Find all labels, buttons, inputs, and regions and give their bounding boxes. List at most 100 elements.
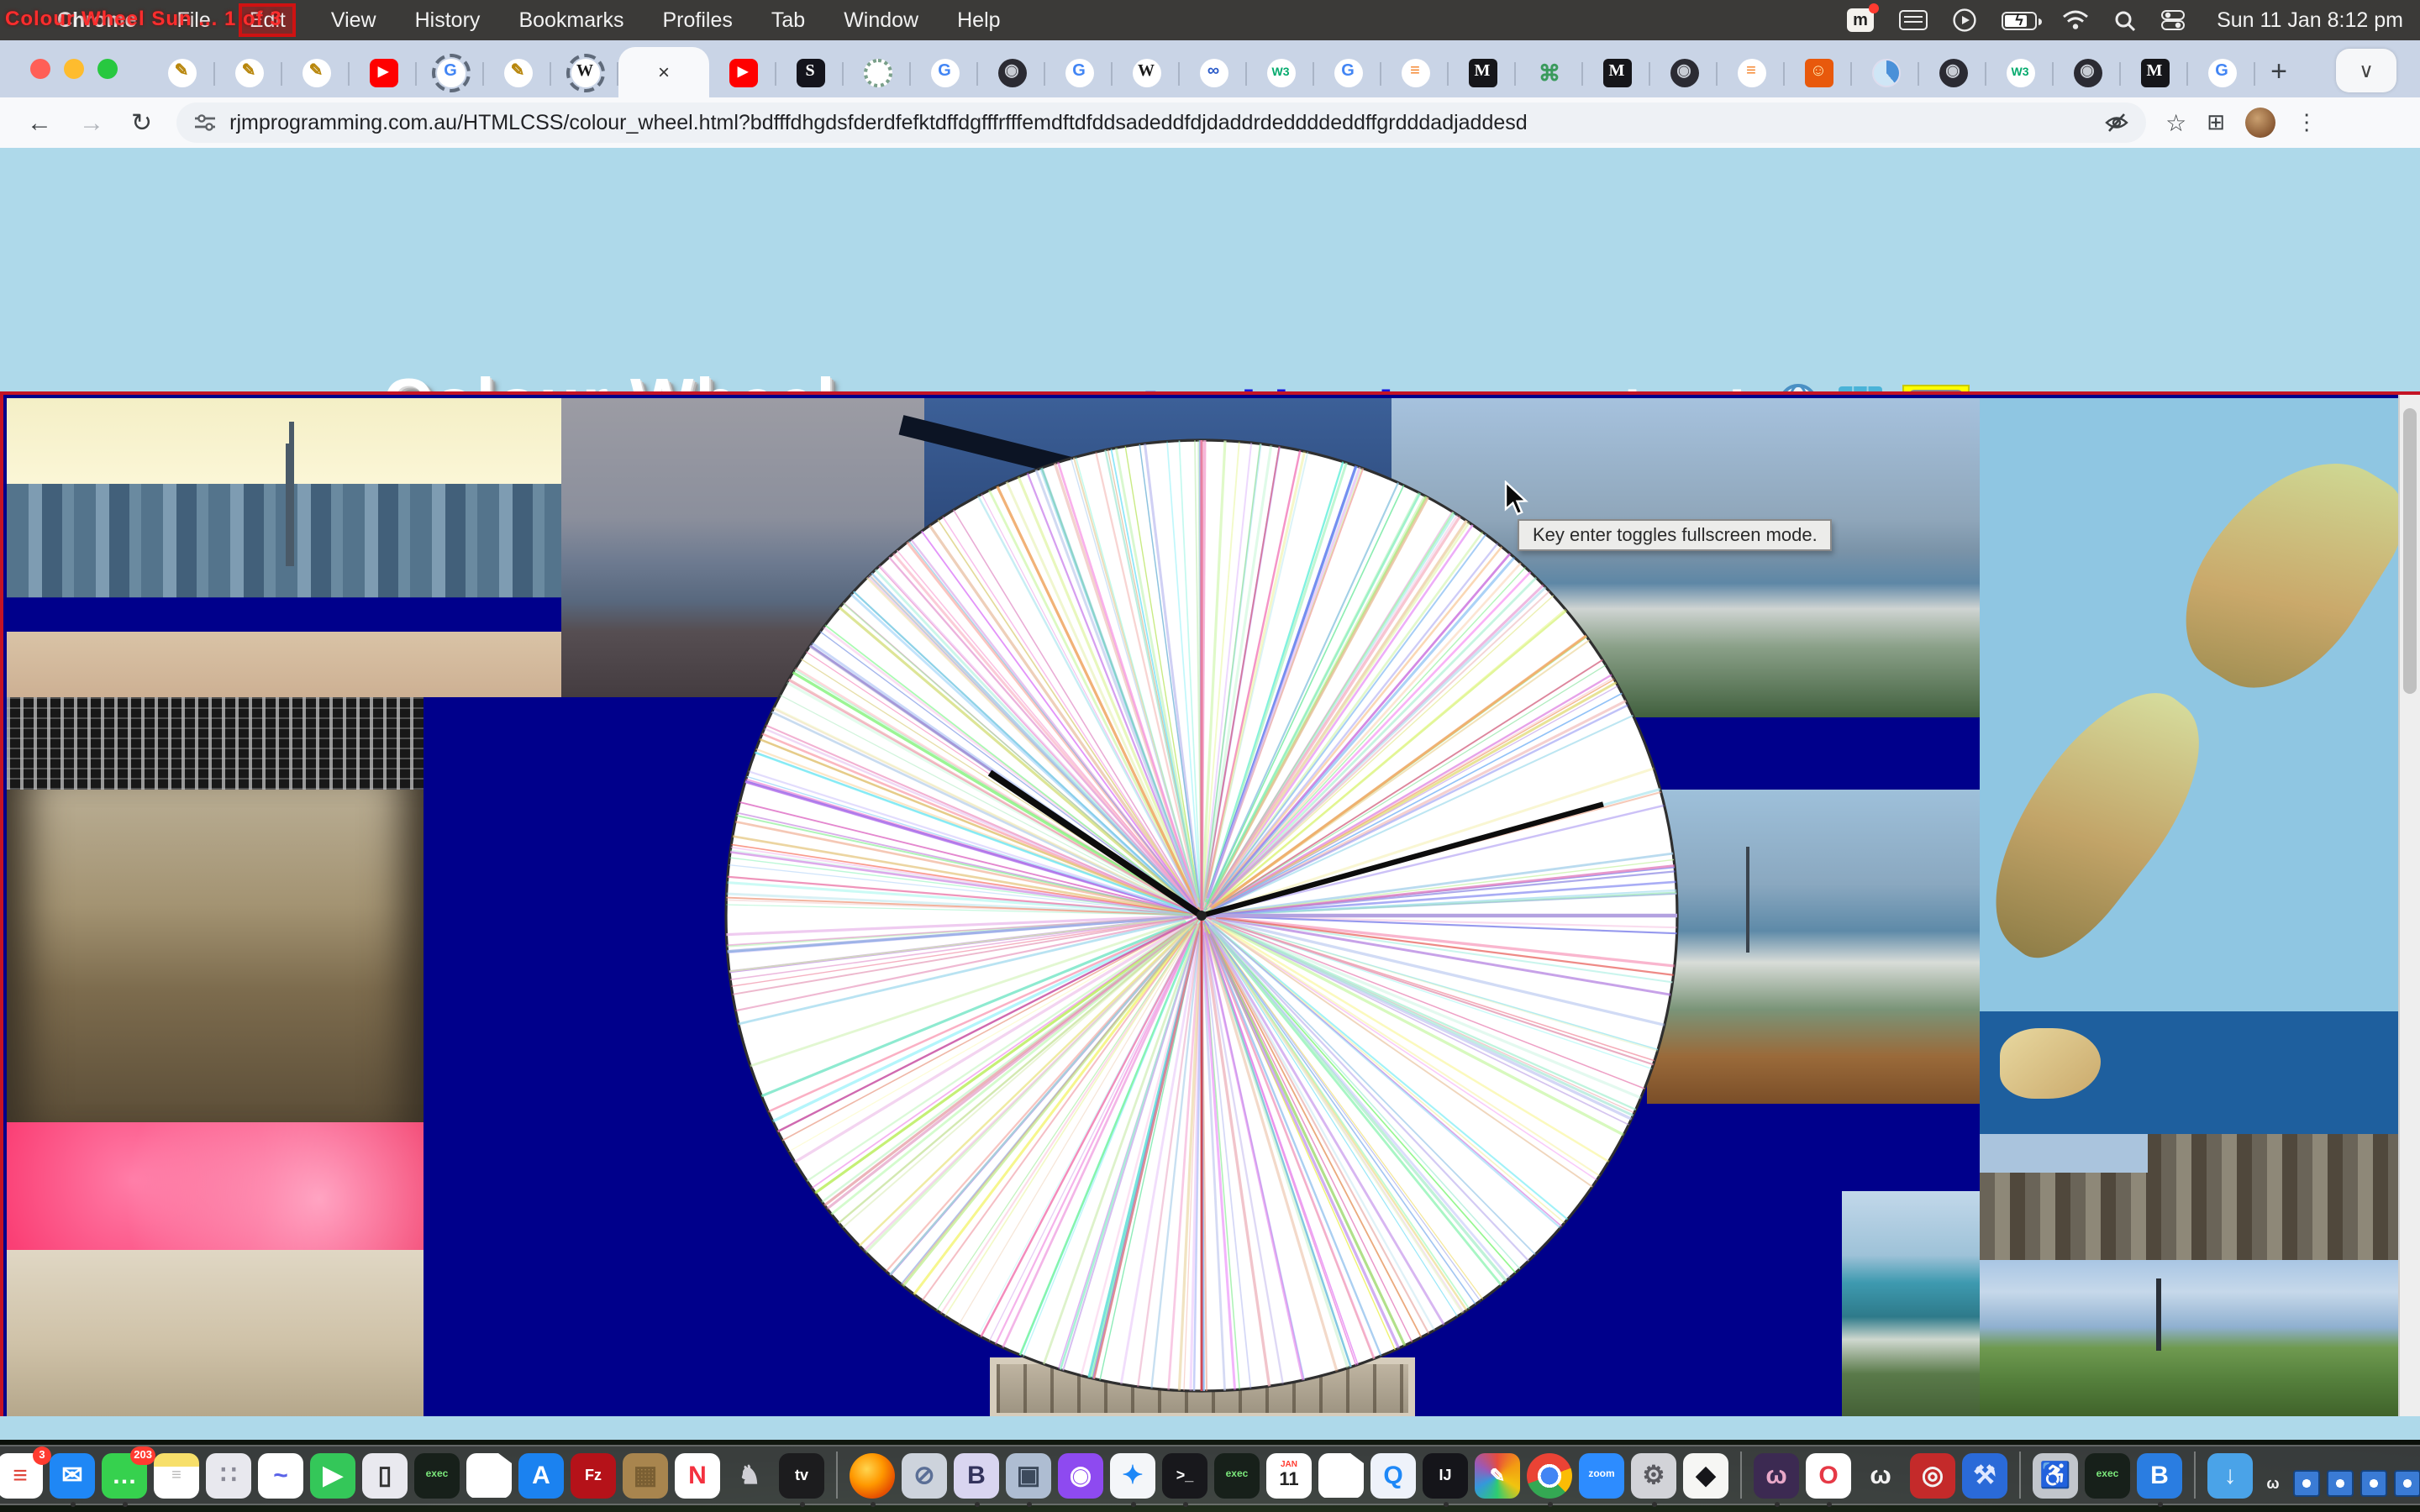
dock-item-screenshot-window[interactable]: ▣ (1006, 1452, 1051, 1498)
menu-item-history[interactable]: History (415, 8, 481, 32)
pinned-tab-chrome-dark[interactable]: ◉ (1919, 47, 1986, 97)
pinned-tab-google-dashed[interactable]: G (417, 47, 484, 97)
dock-item-art-palette[interactable]: ✎ (1475, 1452, 1520, 1498)
battery-icon[interactable]: ϟ (2002, 11, 2037, 29)
dock-item-iphone-mirroring[interactable]: ▯ (362, 1452, 408, 1498)
pinned-tab-w3-green[interactable]: W3 (1247, 47, 1314, 97)
pinned-tab-medium[interactable]: M (1449, 47, 1516, 97)
pinned-tab-youtube[interactable]: ▶ (709, 47, 776, 97)
dock-item-calendar[interactable]: JAN11 (1266, 1452, 1312, 1498)
new-tab-button[interactable]: + (2255, 49, 2302, 96)
menu-item-help[interactable]: Help (957, 8, 1000, 32)
dock-item-chrome[interactable] (1527, 1452, 1572, 1498)
dock-item-wolf-figure[interactable]: ♞ (727, 1452, 772, 1498)
play-icon[interactable] (1953, 8, 1976, 32)
dock-item-blank-document[interactable] (1318, 1452, 1364, 1498)
colour-wheel-clock[interactable] (723, 437, 1681, 1394)
dock-item-quicktime[interactable]: Q (1370, 1452, 1416, 1498)
active-tab[interactable]: × (618, 47, 709, 97)
pinned-tab-google[interactable]: G (2188, 47, 2255, 97)
pinned-tab-google[interactable]: G (1045, 47, 1113, 97)
pinned-tab-pencil[interactable]: ✎ (215, 47, 282, 97)
minimize-window-button[interactable] (64, 59, 84, 79)
dock-item-mail[interactable]: ✉ (50, 1452, 95, 1498)
dock-item-terminal-exec[interactable]: exec (2085, 1452, 2130, 1498)
dock-item-podcasts[interactable]: ◉ (1058, 1452, 1103, 1498)
dock-item-downloads-pail[interactable]: ↓ (2207, 1452, 2253, 1498)
dock-item-terminal-exec[interactable]: exec (1214, 1452, 1260, 1498)
pinned-tab-medium[interactable]: M (1583, 47, 1650, 97)
mail-app-status-icon[interactable]: m (1847, 8, 1874, 32)
search-icon[interactable] (2114, 9, 2136, 31)
dock-item-cat-app[interactable]: ω (1754, 1452, 1799, 1498)
dock-item-bbedit[interactable]: B (954, 1452, 999, 1498)
menu-item-view[interactable]: View (331, 8, 376, 32)
menu-item-bookmarks[interactable]: Bookmarks (518, 8, 623, 32)
dock-item-minimized-window[interactable] (2394, 1470, 2420, 1497)
pinned-tab-chrome-dark[interactable]: ◉ (978, 47, 1045, 97)
dock-item-app-store[interactable]: A (518, 1452, 564, 1498)
dock-item-messages[interactable]: …203 (102, 1452, 147, 1498)
forward-button[interactable]: → (79, 108, 104, 137)
dock-item-books-brown[interactable]: ▦ (623, 1452, 668, 1498)
pinned-tab-wikipedia[interactable]: W (1113, 47, 1180, 97)
dock-item-minimized-window[interactable] (2360, 1470, 2387, 1497)
pinned-tab-dots[interactable] (844, 47, 911, 97)
pinned-tab-google[interactable]: G (911, 47, 978, 97)
dock-item-firefox[interactable] (850, 1452, 895, 1498)
dock-item-terminal[interactable]: >_ (1162, 1452, 1207, 1498)
dock-item-textedit[interactable] (466, 1452, 512, 1498)
vertical-scrollbar[interactable] (2398, 395, 2420, 1416)
dock-item-freeform[interactable]: ~ (258, 1452, 303, 1498)
dock-item-safari[interactable]: ✦ (1110, 1452, 1155, 1498)
dock-item-inkscape[interactable]: ◆ (1683, 1452, 1728, 1498)
dock-item-tooth-small[interactable]: ω (2260, 1470, 2286, 1497)
tab-overflow-button[interactable]: ∨ (2336, 49, 2396, 92)
pinned-tab-pie[interactable] (1852, 47, 1919, 97)
dock-item-facetime[interactable]: ▶ (310, 1452, 355, 1498)
menu-item-profiles[interactable]: Profiles (663, 8, 733, 32)
dock-item-hammer-tool[interactable]: ⚒ (1962, 1452, 2007, 1498)
pinned-tab-wikipedia-dashed[interactable]: W (551, 47, 618, 97)
dock-item-launchpad[interactable]: ∷ (206, 1452, 251, 1498)
menu-item-window[interactable]: Window (844, 8, 918, 32)
dock-item-apple-tv[interactable]: tv (779, 1452, 824, 1498)
dock-item-opera[interactable]: O (1806, 1452, 1851, 1498)
reload-button[interactable]: ↻ (131, 108, 152, 138)
dock-item-system-settings[interactable]: ⚙ (1631, 1452, 1676, 1498)
omnibox[interactable]: rjmprogramming.com.au/HTMLCSS/colour_whe… (176, 102, 2145, 143)
dock-item-terminal-exec[interactable]: exec (414, 1452, 460, 1498)
extensions-icon[interactable]: ⊞ (2207, 109, 2225, 136)
dock-item-bluetooth[interactable]: B (2137, 1452, 2182, 1498)
pinned-tab-pencil[interactable]: ✎ (148, 47, 215, 97)
menu-item-tab[interactable]: Tab (771, 8, 805, 32)
pinned-tab-google[interactable]: G (1314, 47, 1381, 97)
dock-item-minimized-window[interactable] (2327, 1470, 2354, 1497)
pinned-tab-w3-blue[interactable]: ∞ (1180, 47, 1247, 97)
dock-item-news[interactable]: N (675, 1452, 720, 1498)
dock-item-beta-blocked[interactable]: ⊘ (902, 1452, 947, 1498)
dock-item-intellij-idea[interactable]: IJ (1423, 1452, 1468, 1498)
pinned-tab-chrome-dark[interactable]: ◉ (2054, 47, 2121, 97)
pinned-tab-w3-green[interactable]: W3 (1986, 47, 2054, 97)
pinned-tab-book[interactable]: ☺ (1785, 47, 1852, 97)
close-tab-icon[interactable]: × (658, 60, 670, 84)
password-eye-icon[interactable] (2103, 113, 2128, 133)
site-settings-icon[interactable] (192, 113, 216, 133)
keyboard-icon[interactable] (1899, 10, 1928, 30)
control-center-icon[interactable] (2161, 10, 2185, 30)
pinned-tab-s-dark[interactable]: S (776, 47, 844, 97)
dock-item-tooth[interactable]: ω (1858, 1452, 1903, 1498)
dock-item-dartboard[interactable]: ◎ (1910, 1452, 1955, 1498)
pinned-tab-command[interactable]: ⌘ (1516, 47, 1583, 97)
menu-bar-clock[interactable]: Sun 11 Jan 8:12 pm (2217, 8, 2403, 32)
close-window-button[interactable] (30, 59, 50, 79)
dock-item-reminders[interactable]: ≡3 (0, 1452, 43, 1498)
pinned-tab-pencil[interactable]: ✎ (282, 47, 350, 97)
dock-item-accessibility[interactable]: ♿ (2033, 1452, 2078, 1498)
chrome-menu-icon[interactable]: ⋮ (2296, 109, 2317, 136)
vertical-scrollbar-thumb[interactable] (2403, 408, 2417, 694)
dock-item-minimized-window[interactable] (2293, 1470, 2320, 1497)
pinned-tab-medium[interactable]: M (2121, 47, 2188, 97)
back-button[interactable]: ← (27, 108, 52, 137)
